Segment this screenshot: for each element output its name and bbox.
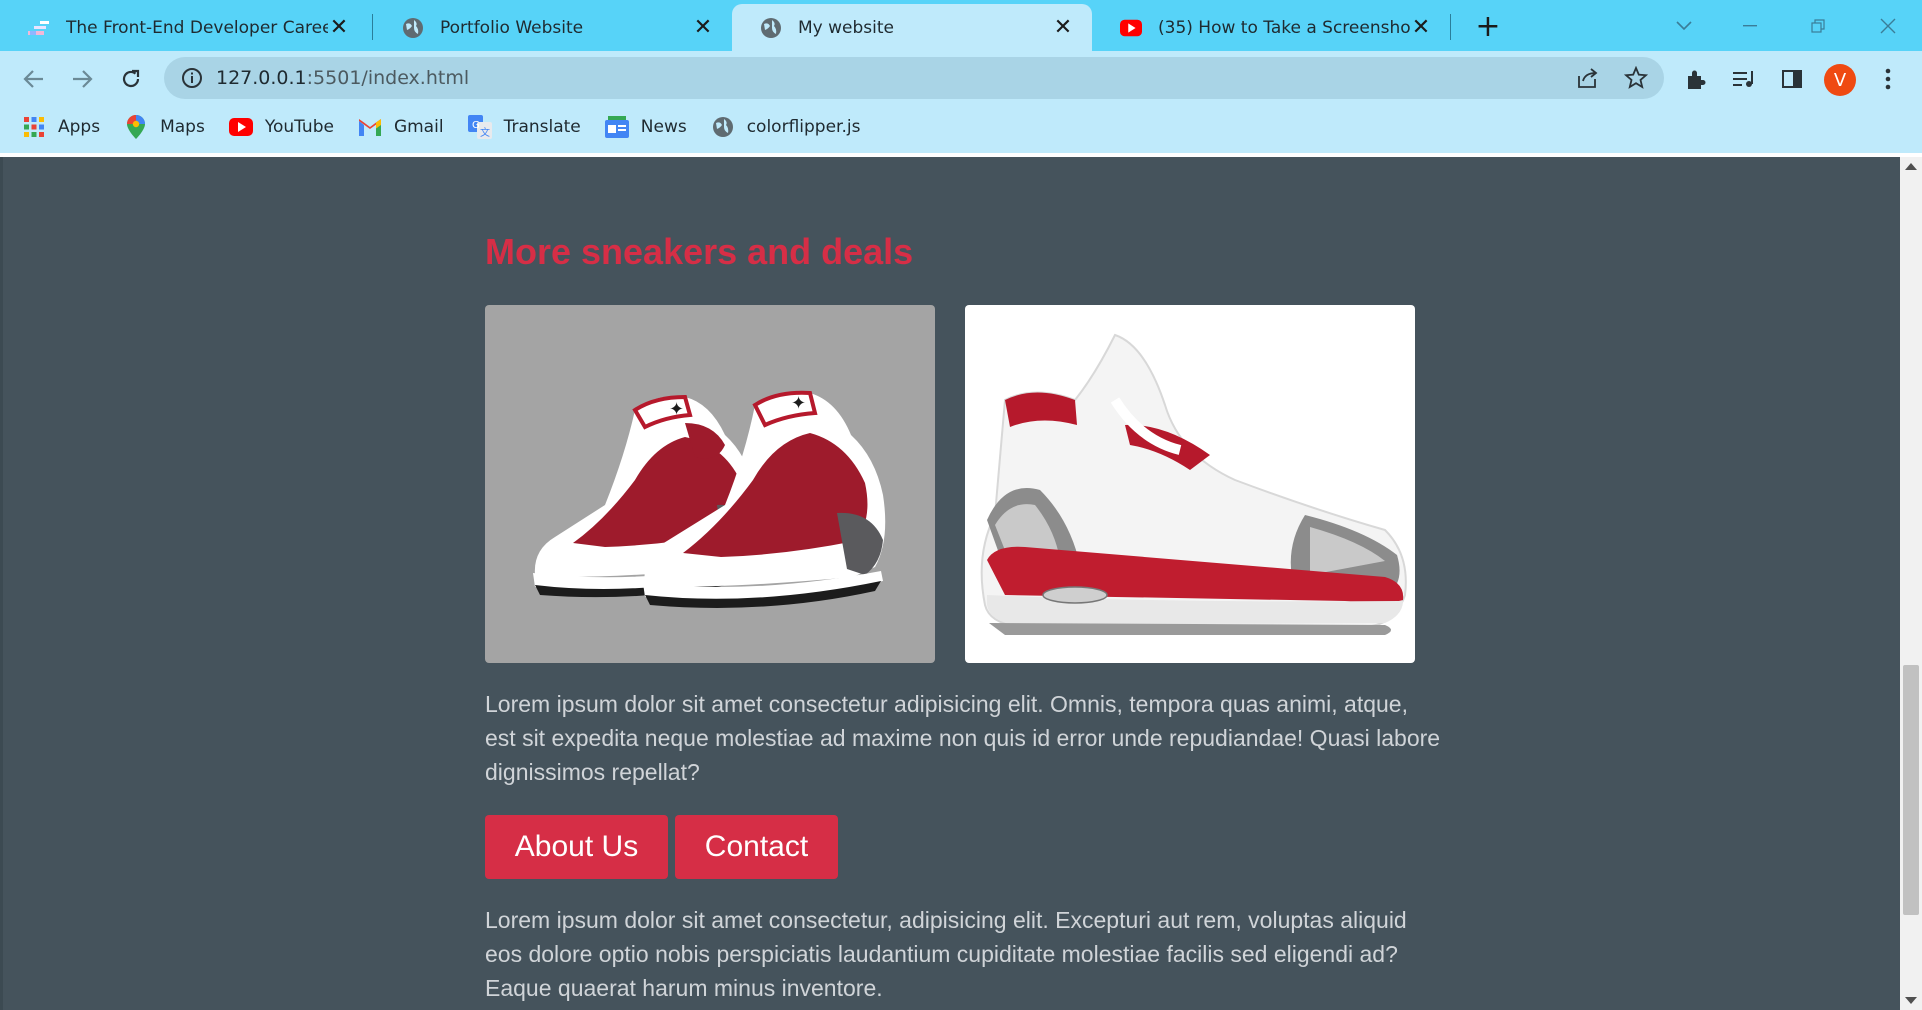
intro-paragraph: Lorem ipsum dolor sit amet consectetur a… (485, 691, 1441, 785)
close-tab-icon[interactable]: ✕ (328, 15, 350, 40)
svg-text:G: G (472, 120, 480, 131)
bookmark-label: Gmail (393, 117, 444, 137)
new-tab-button[interactable]: + (1470, 8, 1506, 44)
tab-youtube-screenshot[interactable]: (35) How to Take a Screenshot on ✕ (1092, 4, 1450, 51)
browser-toolbar: 127.0.0.1:5501/index.html V (0, 51, 1922, 107)
roadmap-favicon-icon (28, 17, 50, 39)
youtube-icon (1120, 17, 1142, 39)
globe-icon (760, 17, 782, 39)
tab-strip: The Front-End Developer Career ✕ Portfol… (0, 0, 1922, 51)
close-tab-icon[interactable]: ✕ (1410, 15, 1432, 40)
tab-search-icon[interactable] (1668, 8, 1700, 44)
bookmark-gmail[interactable]: Gmail (358, 115, 444, 139)
tab-front-end-career[interactable]: The Front-End Developer Career ✕ (0, 4, 368, 51)
globe-icon (402, 17, 424, 39)
media-queue-icon[interactable] (1728, 63, 1760, 95)
bookmark-star-icon[interactable] (1622, 64, 1650, 92)
svg-text:✦: ✦ (791, 393, 806, 414)
about-us-button[interactable]: About Us (485, 815, 668, 879)
translate-icon: G文 (467, 115, 492, 139)
minimize-icon[interactable] (1732, 8, 1768, 44)
close-tab-icon[interactable]: ✕ (692, 15, 714, 40)
apps-grid-icon (22, 115, 46, 139)
back-icon[interactable] (16, 61, 52, 97)
profile-avatar[interactable]: V (1824, 64, 1856, 96)
tab-my-website[interactable]: My website ✕ (732, 4, 1092, 51)
tab-title: (35) How to Take a Screenshot on (1158, 17, 1410, 38)
globe-icon (711, 115, 735, 139)
close-window-icon[interactable] (1870, 8, 1906, 44)
maps-pin-icon (124, 115, 148, 139)
url-path: :5501/index.html (306, 67, 470, 89)
tab-divider (372, 14, 373, 40)
tab-title: Portfolio Website (440, 17, 584, 38)
news-icon (604, 115, 629, 139)
browser-chrome: The Front-End Developer Career ✕ Portfol… (0, 0, 1922, 158)
address-bar[interactable]: 127.0.0.1:5501/index.html (164, 57, 1664, 99)
desktop-edge (0, 157, 3, 1010)
sneaker-pair-image: ✦ ✦ (485, 305, 935, 663)
bookmark-label: Apps (58, 117, 101, 137)
scroll-up-arrow-icon[interactable] (1905, 163, 1917, 170)
single-sneaker-image (965, 305, 1415, 663)
forward-icon[interactable] (64, 61, 100, 97)
tab-title: My website (798, 17, 894, 38)
body-paragraph: Lorem ipsum dolor sit amet consectetur, … (485, 907, 1407, 1001)
close-tab-icon[interactable]: ✕ (1052, 15, 1074, 40)
youtube-icon (228, 115, 253, 139)
vertical-scrollbar[interactable] (1900, 157, 1922, 1010)
bookmarks-bar: Apps Maps YouTube Gmail G文 Translate New… (0, 107, 1922, 147)
url-host: 127.0.0.1 (216, 67, 307, 89)
bookmark-label: Translate (503, 117, 581, 137)
share-icon[interactable] (1574, 64, 1602, 92)
bookmark-apps[interactable]: Apps (22, 115, 100, 139)
scroll-down-arrow-icon[interactable] (1905, 997, 1917, 1004)
bookmark-news[interactable]: News (604, 115, 687, 139)
gmail-icon (358, 115, 382, 139)
menu-kebab-icon[interactable] (1872, 63, 1904, 95)
section-heading: More sneakers and deals (485, 231, 914, 272)
bookmark-youtube[interactable]: YouTube (228, 115, 334, 139)
url-text[interactable]: 127.0.0.1:5501/index.html (216, 67, 469, 89)
tab-title: The Front-End Developer Career (66, 17, 328, 38)
bookmark-translate[interactable]: G文 Translate (467, 115, 581, 139)
site-info-icon[interactable] (180, 66, 204, 90)
extensions-icon[interactable] (1680, 63, 1712, 95)
bookmark-label: YouTube (264, 117, 334, 137)
tab-divider (1450, 14, 1451, 40)
page-viewport: More sneakers and deals ✦ ✦ Lorem ipsum … (0, 157, 1900, 1010)
contact-button[interactable]: Contact (675, 815, 838, 879)
bookmark-label: Maps (160, 117, 205, 137)
tab-portfolio-website[interactable]: Portfolio Website ✕ (374, 4, 732, 51)
svg-text:文: 文 (480, 126, 490, 139)
reload-icon[interactable] (113, 61, 149, 97)
scrollbar-thumb[interactable] (1903, 665, 1919, 915)
bookmark-label: colorflipper.js (746, 117, 861, 137)
bookmark-label: News (640, 117, 687, 137)
bookmark-colorflipper[interactable]: colorflipper.js (711, 115, 861, 139)
side-panel-icon[interactable] (1776, 63, 1808, 95)
restore-icon[interactable] (1800, 8, 1836, 44)
svg-text:✦: ✦ (669, 399, 684, 420)
bookmark-maps[interactable]: Maps (124, 115, 205, 139)
